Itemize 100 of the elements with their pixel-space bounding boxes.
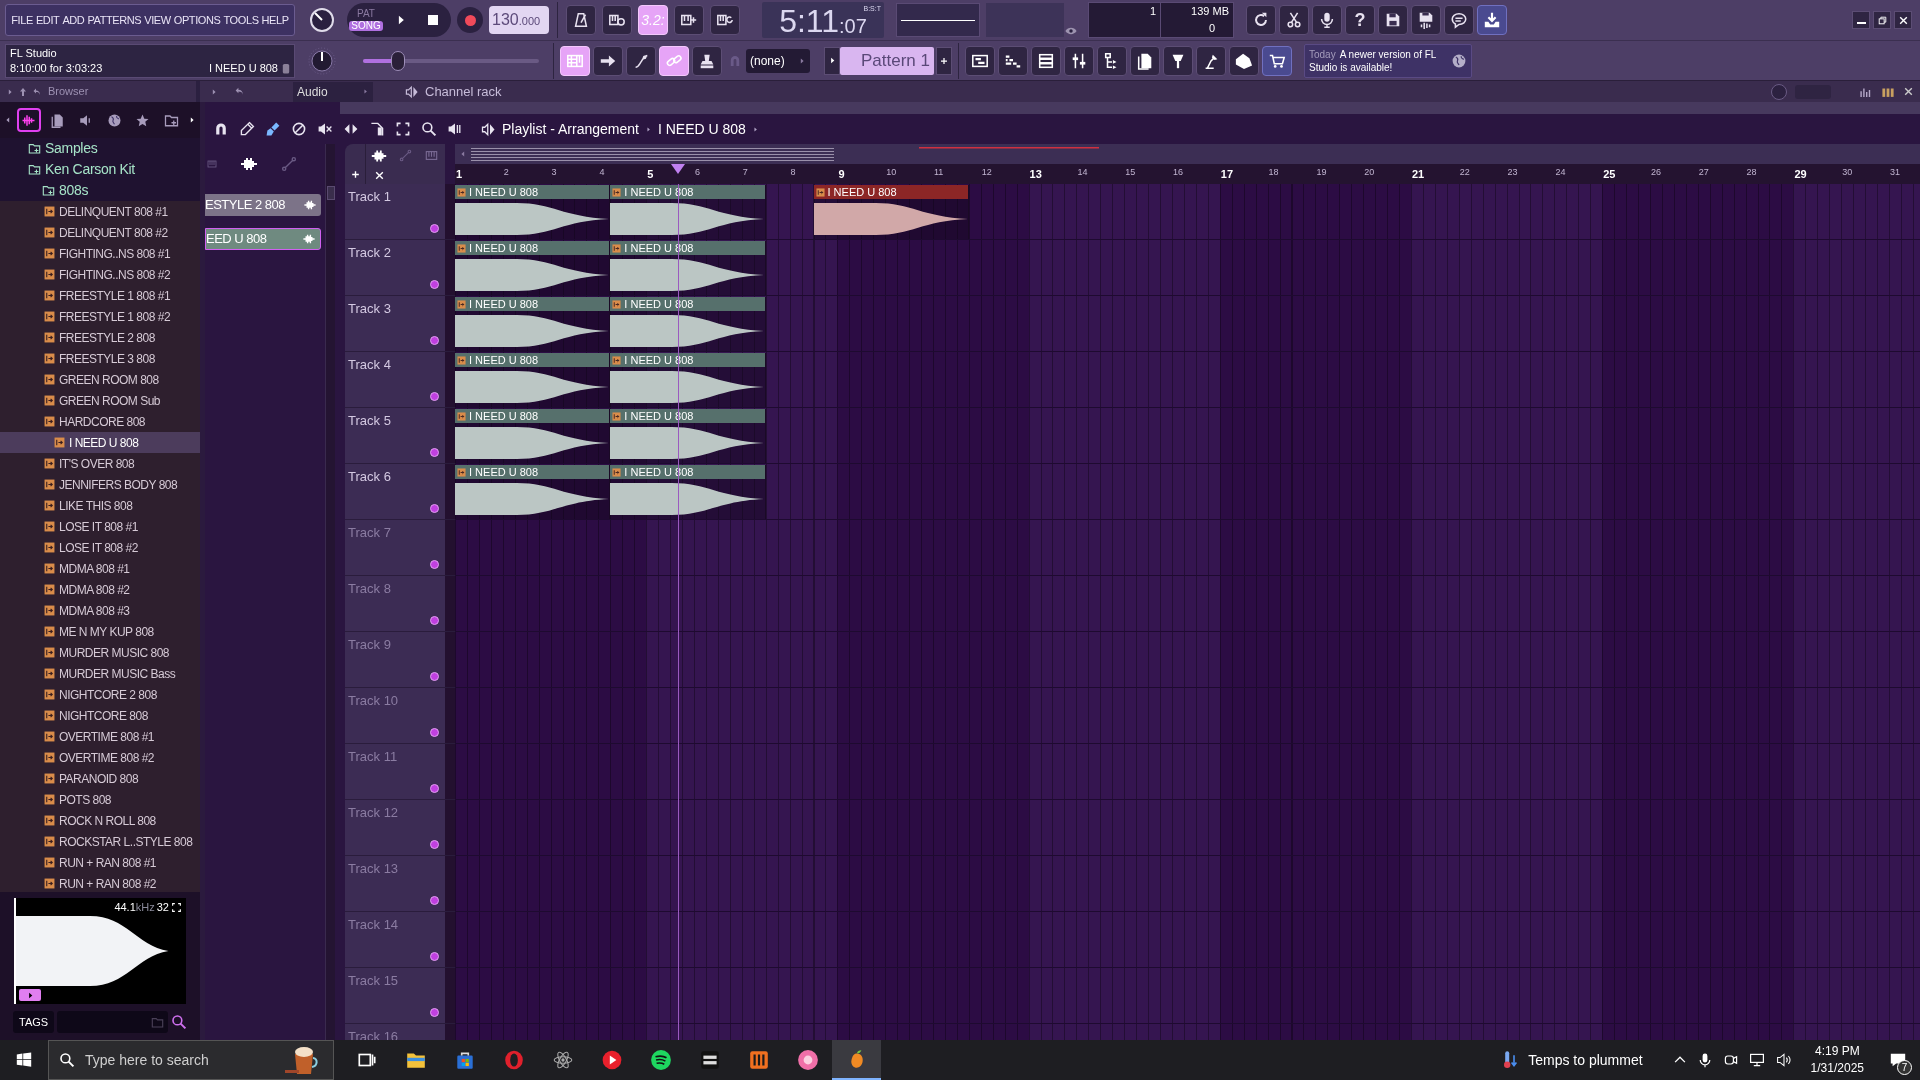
audio-clip[interactable]: I NEED U 808 xyxy=(455,185,611,239)
menu-item[interactable]: HELP xyxy=(261,11,289,29)
breadcrumb-item[interactable]: I NEED U 808 xyxy=(657,118,746,140)
bar-number: 1 xyxy=(456,167,463,182)
channel-button[interactable]: EED U 808 xyxy=(205,228,321,250)
browser-file[interactable]: DELINQUENT 808 #1 xyxy=(0,201,200,222)
browser-folder[interactable]: Ken Carson Kit xyxy=(0,159,200,180)
browser-file[interactable]: JENNIFERS BODY 808 xyxy=(0,474,200,495)
breadcrumb-item[interactable]: Playlist - Arrangement xyxy=(502,118,639,140)
bar-number: 7 xyxy=(742,166,748,179)
browser-file[interactable]: LOSE IT 808 #2 xyxy=(0,537,200,558)
bar-number: 10 xyxy=(886,166,897,179)
browser-file[interactable]: GREEN ROOM 808 xyxy=(0,369,200,390)
menu-item[interactable]: FILE xyxy=(11,11,33,29)
track-header[interactable]: Track 5 xyxy=(345,408,445,464)
audio-clip[interactable]: I NEED U 808 xyxy=(455,297,611,351)
menu-item[interactable]: ADD xyxy=(62,11,85,29)
browser-file[interactable]: FIGHTING..NS 808 #2 xyxy=(0,264,200,285)
browser-file[interactable]: RUN + RAN 808 #1 xyxy=(0,852,200,873)
browser-file[interactable]: FREESTYLE 2 808 xyxy=(0,327,200,348)
notification-count: 7 xyxy=(1897,1060,1912,1075)
snap-dropdown[interactable]: (none) xyxy=(746,48,810,73)
browser-title: Browser xyxy=(48,84,89,100)
browser-file[interactable]: FIGHTING..NS 808 #1 xyxy=(0,243,200,264)
bar-number: 13 xyxy=(1029,167,1042,182)
hint-title: FL Studio xyxy=(10,45,58,61)
browser-file[interactable]: IT'S OVER 808 xyxy=(0,453,200,474)
browser-file[interactable]: HARDCORE 808 xyxy=(0,411,200,432)
browser-file[interactable]: POTS 808 xyxy=(0,789,200,810)
hint-time: 8:10:00 for 3:03:23 xyxy=(10,60,103,76)
browser-folder[interactable]: 808s xyxy=(0,180,200,201)
browser-file[interactable]: FREESTYLE 1 808 #1 xyxy=(0,285,200,306)
browser-file[interactable]: LOSE IT 808 #1 xyxy=(0,516,200,537)
browser-file[interactable]: RUN + RAN 808 #2 xyxy=(0,873,200,892)
browser-file[interactable]: MURDER MUSIC 808 xyxy=(0,642,200,663)
browser-file[interactable]: OVERTIME 808 #2 xyxy=(0,747,200,768)
channel-button[interactable]: ESTYLE 2 808 xyxy=(205,194,321,216)
browser-file[interactable]: NIGHTCORE 2 808 xyxy=(0,684,200,705)
audio-clip[interactable]: I NEED U 808 xyxy=(455,353,611,407)
notifications-button[interactable]: 7 xyxy=(1876,1040,1920,1080)
menu-item[interactable]: EDIT xyxy=(35,11,60,29)
weather-widget[interactable]: Temps to plummet xyxy=(1494,1040,1651,1080)
bar-number: 23 xyxy=(1507,166,1518,179)
audio-clip[interactable]: I NEED U 808 xyxy=(813,185,969,239)
bar-number: 26 xyxy=(1651,166,1661,179)
tempo-field[interactable]: 130.000 xyxy=(489,6,549,34)
bar-number: 24 xyxy=(1555,166,1566,179)
browser-file[interactable]: ME N MY KUP 808 xyxy=(0,621,200,642)
bar-number: 27 xyxy=(1698,166,1709,179)
news-panel[interactable]: Today A newer version of FL Studio is available! xyxy=(1304,43,1472,78)
bar-number: 6 xyxy=(695,166,700,179)
track-header[interactable]: Track 3 xyxy=(345,296,445,352)
audio-clip[interactable]: I NEED U 808 xyxy=(455,241,611,295)
bar-number: 2 xyxy=(503,166,509,179)
news-message: Today A newer version of FL Studio is available! xyxy=(1309,47,1438,74)
browser-file[interactable]: LIKE THIS 808 xyxy=(0,495,200,516)
bar-number: 21 xyxy=(1412,167,1425,182)
browser-file[interactable]: NIGHTCORE 808 xyxy=(0,705,200,726)
bar-number: 19 xyxy=(1316,166,1327,179)
browser-file[interactable]: GREEN ROOM Sub xyxy=(0,390,200,411)
bar-number: 22 xyxy=(1459,166,1470,179)
track-header[interactable]: Track 4 xyxy=(345,352,445,408)
track-header[interactable]: Track 1 xyxy=(345,184,445,240)
browser-file[interactable]: OVERTIME 808 #1 xyxy=(0,726,200,747)
bar-number: 20 xyxy=(1364,166,1375,179)
bar-number: 28 xyxy=(1746,166,1757,179)
clock-button[interactable]: 4:19 PM 1/31/2025 xyxy=(1804,1043,1870,1077)
menu-item[interactable]: VIEW xyxy=(144,11,171,29)
menu-item[interactable]: OPTIONS xyxy=(173,11,221,29)
browser-file[interactable]: MDMA 808 #1 xyxy=(0,558,200,579)
browser-file[interactable]: FREESTYLE 1 808 #2 xyxy=(0,306,200,327)
browser-file[interactable]: FREESTYLE 3 808 xyxy=(0,348,200,369)
hint-sample: I NEED U 808 xyxy=(208,60,278,76)
bar-number: 18 xyxy=(1268,166,1279,179)
bar-number: 30 xyxy=(1842,166,1853,179)
bar-number: 14 xyxy=(1077,166,1088,179)
browser-file[interactable]: ROCKSTAR L..STYLE 808 xyxy=(0,831,200,852)
track-header[interactable]: Track 6 xyxy=(345,464,445,520)
audio-clip[interactable]: I NEED U 808 xyxy=(455,409,611,463)
menu-item[interactable]: TOOLS xyxy=(223,11,259,29)
browser-file[interactable]: ROCK N ROLL 808 xyxy=(0,810,200,831)
audio-clip[interactable]: I NEED U 808 xyxy=(455,465,611,519)
bar-number: 9 xyxy=(838,167,845,182)
bar-number: 17 xyxy=(1220,167,1234,182)
browser-file[interactable]: MDMA 808 #2 xyxy=(0,579,200,600)
help-button[interactable]: ? xyxy=(1345,5,1375,35)
browser-file[interactable]: DELINQUENT 808 #2 xyxy=(0,222,200,243)
channel-group-dropdown[interactable]: Audio xyxy=(293,81,373,102)
track-header[interactable]: Track 2 xyxy=(345,240,445,296)
search-field[interactable]: Type here to search xyxy=(48,1040,334,1080)
browser-file[interactable]: MDMA 808 #3 xyxy=(0,600,200,621)
tags-button[interactable]: TAGS xyxy=(13,1011,55,1033)
sample-rate: 44.1kHz xyxy=(114,900,155,915)
browser-folder[interactable]: Samples xyxy=(0,138,200,159)
menu-item[interactable]: PATTERNS xyxy=(87,11,142,29)
browser-file[interactable]: MURDER MUSIC Bass xyxy=(0,663,200,684)
browser-file[interactable]: PARANOID 808 xyxy=(0,768,200,789)
bar-number: 4 xyxy=(599,166,605,179)
browser-file[interactable]: I NEED U 808 xyxy=(0,432,200,453)
pattern-selector[interactable]: Pattern 1 xyxy=(840,46,934,75)
